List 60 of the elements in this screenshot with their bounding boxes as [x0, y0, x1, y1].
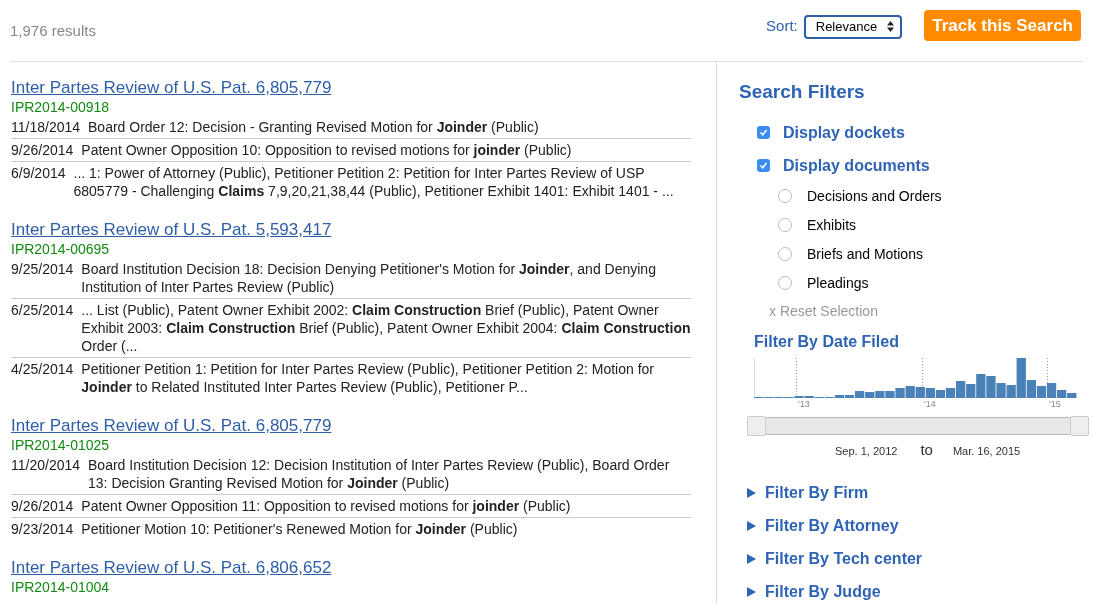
radio-label: Briefs and Motions	[807, 244, 923, 264]
document-date: 6/9/2014	[11, 164, 66, 183]
document-snippet: Patent Owner Opposition 11: Opposition to revised motions for joinder (Public)	[81, 497, 571, 515]
date-from: Sep. 1, 2012	[835, 444, 898, 459]
document-date: 9/25/2014	[11, 260, 74, 279]
results-count: 1,976 results	[10, 21, 96, 42]
docket-number: IPR2014-00695	[11, 240, 110, 258]
histogram-bar	[925, 387, 935, 398]
document-date: 9/26/2014	[11, 141, 74, 159]
document-snippet: Patent Owner Opposition 10: Opposition to revised motions for joinder (Public)	[81, 141, 572, 159]
docket-title-link[interactable]: Inter Partes Review of U.S. Pat. 6,805,779	[11, 416, 332, 436]
document-date: 9/23/2014	[11, 520, 74, 538]
reset-selection-link[interactable]: x Reset Selection	[769, 300, 878, 322]
docket-number: IPR2014-01004	[11, 578, 110, 596]
docket-title-link[interactable]: Inter Partes Review of U.S. Pat. 6,805,779	[11, 78, 332, 98]
checkbox[interactable]	[757, 159, 770, 172]
slider-handle[interactable]	[1070, 415, 1089, 436]
histogram-bar	[905, 385, 915, 398]
document-snippet: Board Institution Decision 18: Decision Denying Petitioner's Motion for Joinder, and Denying Institution of Inter Partes Review (Public)	[81, 260, 657, 296]
document-date: 11/20/2014	[11, 456, 81, 475]
docket-title-link[interactable]: Inter Partes Review of U.S. Pat. 6,806,652	[11, 558, 332, 578]
document-snippet: Petitioner Motion 10: Petitioner's Renewed Motion for Joinder (Public)	[81, 520, 518, 538]
docket-title-link[interactable]: Inter Partes Review of U.S. Pat. 5,593,417	[11, 220, 332, 240]
radio-label: Pleadings	[807, 273, 869, 293]
updown-caret-icon	[887, 21, 895, 32]
docket-number: IPR2014-00918	[11, 98, 110, 116]
radio-label: Decisions and Orders	[807, 186, 942, 206]
document-snippet: ... 1: Power of Attorney (Public), Petitioner Petition 2: Petition for Inter Partes Review of USP 6805779 - Challenging Claims 7,9,20,21,38,44 (Public), Petitioner Exhibit 1401: Exhibit 1401 - ...	[73, 164, 675, 200]
document-snippet: Petitioner Petition 1: Petition for Inter Partes Review (Public), Petitioner Petition 2: Motion for Joinder to Related Instituted Inter Partes Review (Public), Petitioner P...	[81, 360, 655, 396]
date-to: Mar. 16, 2015	[952, 444, 1021, 459]
document-date: 6/25/2014	[11, 301, 74, 320]
checkbox[interactable]	[757, 126, 770, 139]
checkbox-label: Display dockets	[783, 122, 905, 143]
document-snippet: Board Order 12: Decision - Granting Revised Motion for Joinder (Public)	[88, 118, 539, 136]
document-snippet: Board Institution Decision 12: Decision Institution of Inter Partes Review (Public), Board Order 13: Decision Granting Revised Motion for Joinder (Public)	[88, 456, 671, 492]
filters-heading: Search Filters	[739, 80, 865, 104]
slider-handle[interactable]	[747, 415, 766, 436]
document-date: 9/26/2014	[11, 497, 74, 515]
axis-label: '13	[798, 398, 810, 409]
checkmark-icon	[759, 128, 768, 137]
filter-section-toggle[interactable]: Filter By Firm	[746, 483, 869, 503]
filter-section-toggle[interactable]: Filter By Attorney	[746, 516, 899, 536]
document-snippet: ... List (Public), Patent Owner Exhibit 2002: Claim Construction Brief (Public), Patent Owner Exhibit 2003: Claim Construction Brief (Public), Patent Owner Exhibit 2004: Claim Construction Order (...	[81, 301, 691, 355]
histogram-bar	[935, 389, 946, 398]
sort-dropdown[interactable]: Relevance	[803, 14, 903, 39]
histogram-bar	[915, 386, 925, 398]
axis-label: '14	[924, 398, 936, 409]
radio-label: Exhibits	[807, 215, 857, 235]
histogram-bar	[895, 387, 905, 398]
axis-label: '15	[1049, 398, 1061, 409]
range-separator: to	[920, 439, 933, 460]
checkbox-label: Display documents	[783, 155, 930, 176]
filter-section-toggle[interactable]: Filter By Judge	[746, 582, 881, 602]
filter-section-toggle[interactable]: Filter By Tech center	[746, 549, 923, 569]
date-filter-heading: Filter By Date Filed	[754, 331, 899, 352]
checkmark-icon	[759, 161, 768, 170]
document-date: 11/18/2014	[11, 118, 81, 136]
sort-label: Sort:	[766, 16, 798, 37]
docket-number: IPR2014-01025	[11, 436, 110, 454]
document-date: 4/25/2014	[11, 360, 74, 379]
